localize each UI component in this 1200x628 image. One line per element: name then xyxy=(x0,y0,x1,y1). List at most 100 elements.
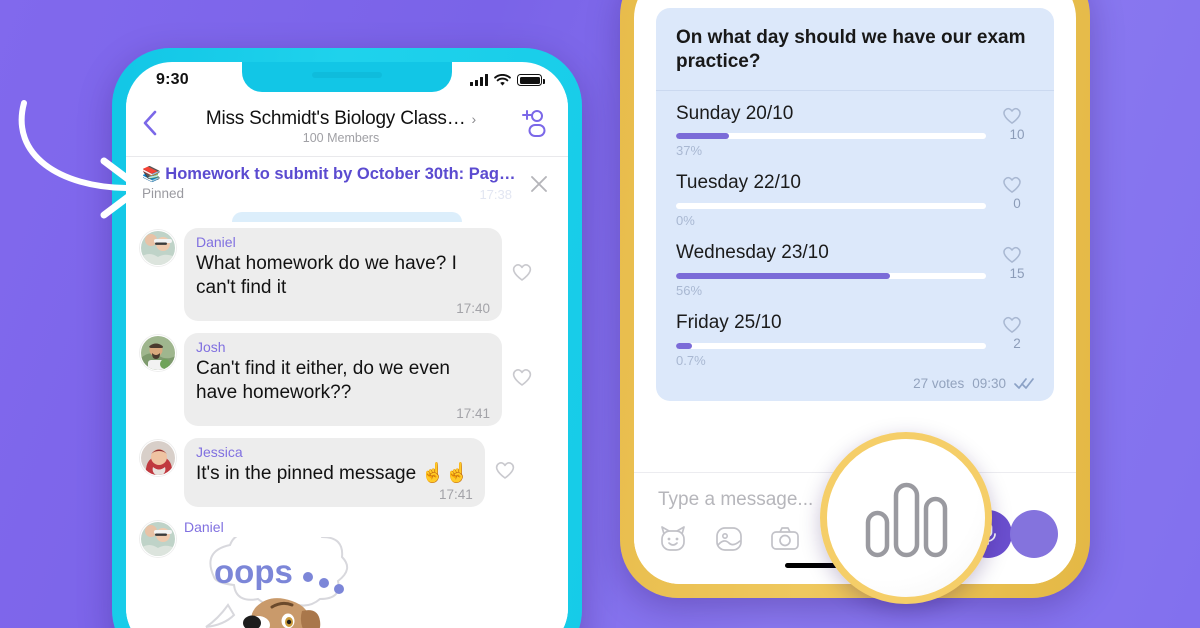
status-icons xyxy=(470,73,545,87)
heart-outline-icon xyxy=(1003,177,1021,194)
poll-option-label: Sunday 20/10 xyxy=(676,102,794,124)
message-sender: Daniel xyxy=(184,519,224,536)
heart-outline-icon xyxy=(1003,247,1021,263)
poll-progress-track xyxy=(676,342,986,349)
poll-vote-count: 15 xyxy=(1009,266,1025,282)
poll-percent: 0.7% xyxy=(676,352,706,368)
message-row[interactable]: Daniel What homework do we have? I can't… xyxy=(140,228,554,322)
chevron-right-icon: › xyxy=(471,110,477,127)
message-time: 17:40 xyxy=(456,301,490,317)
wifi-icon xyxy=(494,73,511,86)
poll-option-main: Wednesday 23/10 56% xyxy=(676,242,986,298)
avatar xyxy=(140,440,176,477)
heart-outline-icon xyxy=(512,369,532,386)
poll-total-votes: 27 votes xyxy=(913,375,965,391)
secondary-action-button[interactable] xyxy=(1010,510,1058,558)
poll-option-side[interactable]: 2 xyxy=(1000,312,1034,351)
pinned-message-text: Homework to submit by October 30th: Pag… xyxy=(165,165,516,183)
message-time: 17:41 xyxy=(438,487,473,503)
avatar-daniel xyxy=(141,522,175,557)
pointer-arrow xyxy=(0,95,160,225)
like-button[interactable] xyxy=(510,261,536,288)
curved-arrow-right-icon xyxy=(18,100,144,219)
message-row[interactable]: Josh Can't find it either, do we even ha… xyxy=(140,333,554,427)
avatar xyxy=(140,335,176,372)
pinned-ghost-time: 17:38 xyxy=(479,187,512,202)
battery-full-icon xyxy=(517,74,545,86)
message-text: What homework do we have? I can't find i… xyxy=(196,252,457,298)
gallery-icon[interactable] xyxy=(714,525,744,553)
magnifier-callout xyxy=(820,432,992,604)
poll-progress-fill xyxy=(676,133,729,140)
status-time: 9:30 xyxy=(156,71,189,88)
poll-question: On what day should we have our exam prac… xyxy=(656,8,1054,91)
message-bubble: Jessica It's in the pinned message ☝️☝️ … xyxy=(184,438,485,508)
heart-outline-icon xyxy=(1003,316,1021,333)
pinned-message-title: 📚 Homework to submit by October 30th: Pa… xyxy=(142,165,528,184)
previous-message-peek xyxy=(232,212,462,222)
message-text: Can't find it either, do we even have ho… xyxy=(196,357,450,403)
avatar-daniel xyxy=(141,231,175,265)
chat-title: Miss Schmidt's Biology Class… xyxy=(205,107,466,129)
poll-option-main: Tuesday 22/10 0% xyxy=(676,172,986,228)
like-button[interactable] xyxy=(510,366,536,393)
poll-progress-fill xyxy=(676,272,890,279)
heart-outline-icon xyxy=(512,264,532,281)
poll-option-label: Friday 25/10 xyxy=(676,311,782,333)
poll-option-side[interactable]: 0 xyxy=(1000,172,1034,211)
dog-oops-sticker[interactable]: oops xyxy=(184,537,394,628)
poll-card[interactable]: On what day should we have our exam prac… xyxy=(656,8,1054,401)
phone-left-cyan: 9:30 Miss Schmidt's Biology Class… › 100… xyxy=(112,48,582,628)
avatar xyxy=(140,230,176,266)
chat-screen: 9:30 Miss Schmidt's Biology Class… › 100… xyxy=(126,62,568,628)
chat-header: Miss Schmidt's Biology Class… › 100 Memb… xyxy=(126,94,568,156)
pinned-message-bar[interactable]: 📚 Homework to submit by October 30th: Pa… xyxy=(126,156,568,212)
poll-footer: 27 votes 09:30 xyxy=(656,370,1054,393)
poll-option-main: Friday 25/10 0.7% xyxy=(676,312,986,368)
double-check-icon xyxy=(1014,378,1034,390)
poll-vote-count: 0 xyxy=(1013,196,1021,212)
message-row[interactable]: Daniel oops xyxy=(140,519,554,628)
poll-progress-track xyxy=(676,272,986,279)
poll-progress-track xyxy=(676,133,986,140)
svg-text:oops: oops xyxy=(214,553,293,590)
camera-icon[interactable] xyxy=(770,525,800,553)
message-bubble: Daniel What homework do we have? I can't… xyxy=(184,228,502,322)
message-sender: Daniel xyxy=(196,234,236,250)
status-bar: 9:30 xyxy=(126,62,568,94)
poll-option[interactable]: Friday 25/10 0.7% 2 xyxy=(656,300,1054,370)
signal-bars-icon xyxy=(470,74,488,86)
chat-members-count: 100 Members xyxy=(302,130,380,145)
poll-option-side[interactable]: 10 xyxy=(1000,103,1034,142)
poll-option-label: Tuesday 22/10 xyxy=(676,172,801,194)
poll-progress-fill xyxy=(676,342,692,349)
message-sender: Josh xyxy=(196,339,226,356)
add-person-button[interactable] xyxy=(516,107,550,144)
message-list[interactable]: Daniel What homework do we have? I can't… xyxy=(126,212,568,628)
poll-option-main: Sunday 20/10 37% xyxy=(676,102,986,159)
poll-percent: 37% xyxy=(676,143,703,159)
message-row[interactable]: Jessica It's in the pinned message ☝️☝️ … xyxy=(140,438,554,508)
sticker-message: Daniel oops xyxy=(184,519,394,628)
pinned-message-body: 📚 Homework to submit by October 30th: Pa… xyxy=(142,165,528,201)
poll-option[interactable]: Wednesday 23/10 56% 15 xyxy=(656,230,1054,300)
poll-option[interactable]: Sunday 20/10 37% 10 xyxy=(656,91,1054,161)
poll-vote-count: 10 xyxy=(1009,126,1025,142)
pinned-close-button[interactable] xyxy=(528,173,554,200)
heart-outline-icon xyxy=(1003,107,1021,124)
add-person-icon xyxy=(522,109,546,137)
message-text: It's in the pinned message ☝️☝️ xyxy=(196,462,469,484)
poll-option-side[interactable]: 15 xyxy=(1000,242,1034,281)
like-button[interactable] xyxy=(493,459,519,486)
poll-percent: 0% xyxy=(676,213,695,229)
avatar-josh xyxy=(141,336,175,371)
poll-percent: 56% xyxy=(676,282,703,298)
poll-option[interactable]: Tuesday 22/10 0% 0 xyxy=(656,160,1054,230)
chat-title-block[interactable]: Miss Schmidt's Biology Class… › 100 Memb… xyxy=(166,108,516,145)
avatar xyxy=(140,521,176,558)
poll-area: On what day should we have our exam prac… xyxy=(634,0,1076,401)
poll-bars-icon xyxy=(865,482,948,558)
sticker-cat-icon[interactable] xyxy=(658,525,688,553)
poll-vote-count: 2 xyxy=(1013,335,1021,351)
message-time: 17:41 xyxy=(456,406,490,422)
